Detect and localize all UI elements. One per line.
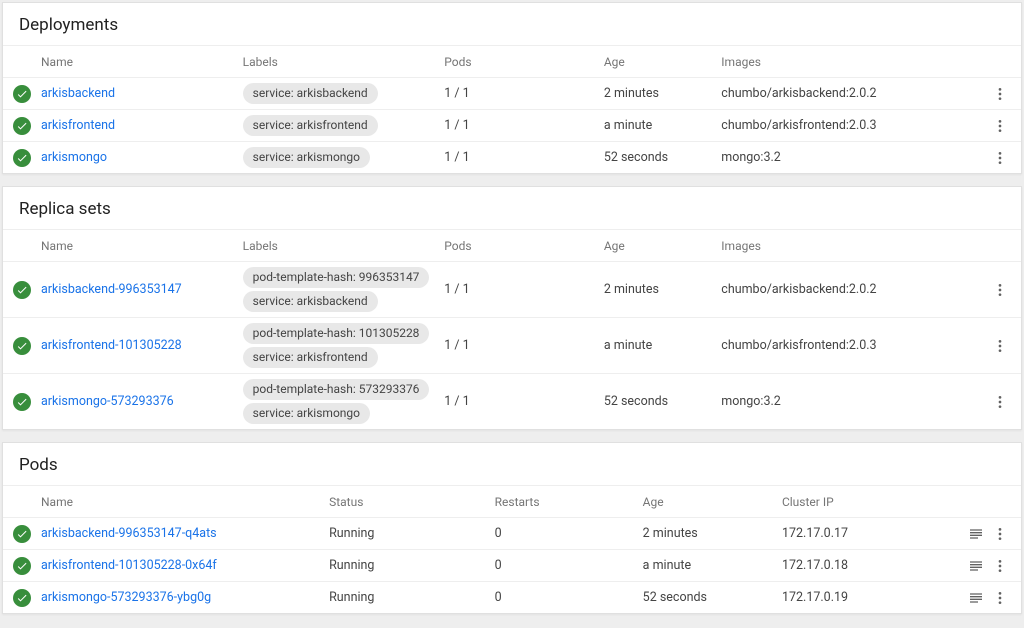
logs-button[interactable] [967,557,985,575]
col-header-name: Name [41,239,243,253]
pods-header-row: Name Status Restarts Age Cluster IP [3,485,1021,517]
label-chip: service: arkismongo [243,403,370,424]
col-header-age: Age [643,495,782,509]
label-chip: service: arkisbackend [243,291,378,312]
replicasets-card: Replica sets Name Labels Pods Age Images… [2,186,1022,430]
deployments-title: Deployments [3,3,1021,45]
table-row: arkisfrontend-101305228 pod-template-hash… [3,317,1021,373]
table-row: arkisfrontend-101305228-0x64f Running 0 a m… [3,549,1021,581]
deployments-header-row: Name Labels Pods Age Images [3,45,1021,77]
resource-link[interactable]: arkisfrontend-101305228 [41,338,182,353]
col-header-pods: Pods [444,55,604,69]
label-chip: service: arkisbackend [243,83,378,104]
row-menu-button[interactable] [991,337,1009,355]
age-value: 2 minutes [604,86,659,101]
label-chip: pod-template-hash: 101305228 [243,323,430,344]
images-value: mongo:3.2 [721,150,781,165]
col-header-images: Images [721,239,965,253]
restarts-value: 0 [495,558,502,573]
status-value: Running [329,590,374,605]
age-value: 2 minutes [604,282,659,297]
table-row: arkismongo-573293376-ybg0g Running 0 52 sec… [3,581,1021,613]
replicasets-title: Replica sets [3,187,1021,229]
images-value: mongo:3.2 [721,394,781,409]
resource-link[interactable]: arkisfrontend-101305228-0x64f [41,558,217,573]
status-ok-icon [13,337,31,355]
images-value: chumbo/arkisbackend:2.0.2 [721,282,876,297]
resource-link[interactable]: arkismongo-573293376 [41,394,174,409]
status-ok-icon [13,85,31,103]
status-ok-icon [13,589,31,607]
status-ok-icon [13,149,31,167]
row-menu-button[interactable] [991,117,1009,135]
pods-value: 1 / 1 [444,150,469,165]
resource-link[interactable]: arkisfrontend [41,118,115,133]
pods-value: 1 / 1 [444,282,469,297]
label-chip: pod-template-hash: 573293376 [243,379,430,400]
table-row: arkismongo service: arkismongo 1 / 1 52 sec… [3,141,1021,173]
clusterip-value: 172.17.0.18 [782,558,848,573]
row-menu-button[interactable] [991,281,1009,299]
col-header-images: Images [721,55,965,69]
logs-button[interactable] [967,589,985,607]
images-value: chumbo/arkisbackend:2.0.2 [721,86,876,101]
age-value: 52 seconds [604,394,668,409]
status-ok-icon [13,117,31,135]
col-header-name: Name [41,55,243,69]
col-header-age: Age [604,55,721,69]
col-header-labels: Labels [243,239,445,253]
age-value: 52 seconds [604,150,668,165]
col-header-name: Name [41,495,329,509]
deployments-card: Deployments Name Labels Pods Age Images … [2,2,1022,174]
status-ok-icon [13,281,31,299]
row-menu-button[interactable] [991,85,1009,103]
pods-card: Pods Name Status Restarts Age Cluster IP… [2,442,1022,614]
label-chip: pod-template-hash: 996353147 [243,267,430,288]
col-header-age: Age [604,239,721,253]
pods-value: 1 / 1 [444,394,469,409]
table-row: arkisfrontend service: arkisfrontend 1 / 1… [3,109,1021,141]
status-value: Running [329,558,374,573]
resource-link[interactable]: arkismongo-573293376-ybg0g [41,590,211,605]
row-menu-button[interactable] [991,557,1009,575]
table-row: arkismongo-573293376 pod-template-hash: 5… [3,373,1021,429]
status-ok-icon [13,557,31,575]
label-chip: service: arkismongo [243,147,370,168]
row-menu-button[interactable] [991,393,1009,411]
col-header-restarts: Restarts [495,495,643,509]
pods-value: 1 / 1 [444,118,469,133]
deployments-table: Name Labels Pods Age Images arkisbackend… [3,45,1021,173]
status-ok-icon [13,393,31,411]
clusterip-value: 172.17.0.19 [782,590,848,605]
col-header-labels: Labels [243,55,445,69]
row-menu-button[interactable] [991,589,1009,607]
restarts-value: 0 [495,590,502,605]
col-header-status: Status [329,495,495,509]
label-chip: service: arkisfrontend [243,115,378,136]
resource-link[interactable]: arkismongo [41,150,107,165]
table-row: arkisbackend-996353147 pod-template-hash:… [3,261,1021,317]
age-value: a minute [604,338,652,353]
resource-link[interactable]: arkisbackend [41,86,115,101]
replicasets-header-row: Name Labels Pods Age Images [3,229,1021,261]
pods-title: Pods [3,443,1021,485]
pods-value: 1 / 1 [444,338,469,353]
pods-table: Name Status Restarts Age Cluster IP arki… [3,485,1021,613]
label-chip: service: arkisfrontend [243,347,378,368]
resource-link[interactable]: arkisbackend-996353147 [41,282,182,297]
col-header-clusterip: Cluster IP [782,495,965,509]
replicasets-table: Name Labels Pods Age Images arkisbackend… [3,229,1021,429]
age-value: 52 seconds [643,590,707,605]
age-value: a minute [604,118,652,133]
table-row: arkisbackend-996353147-q4atsRunning02 mi… [3,517,1021,549]
images-value: chumbo/arkisfrontend:2.0.3 [721,338,876,353]
row-menu-button[interactable] [991,149,1009,167]
col-header-pods: Pods [444,239,604,253]
table-row: arkisbackend service: arkisbackend 1 / 1 2 … [3,77,1021,109]
images-value: chumbo/arkisfrontend:2.0.3 [721,118,876,133]
pods-value: 1 / 1 [444,86,469,101]
age-value: a minute [643,558,691,573]
